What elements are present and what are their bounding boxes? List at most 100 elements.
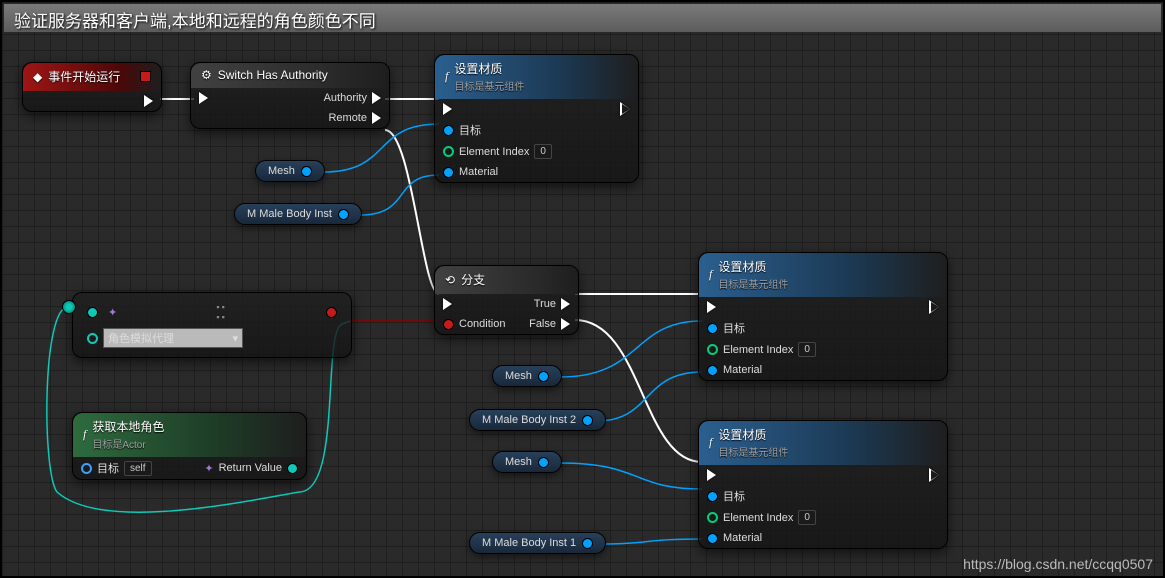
title: 设置材质 [718, 258, 788, 275]
body2-variable[interactable]: M Male Body Inst 2 [469, 409, 606, 431]
body-variable[interactable]: M Male Body Inst [234, 203, 362, 225]
switch-authority-node[interactable]: ⚙ Switch Has Authority Authority Remote [190, 62, 390, 129]
var-label: M Male Body Inst 1 [482, 537, 576, 549]
idx-label: Element Index [723, 344, 793, 356]
remote-label: Remote [328, 112, 367, 124]
target-pin[interactable] [81, 463, 92, 474]
switch-label: Switch Has Authority [218, 68, 328, 82]
title: 获取本地角色 [92, 418, 164, 435]
self-input[interactable]: self [124, 461, 152, 476]
target-pin[interactable] [707, 491, 718, 502]
function-icon: f [445, 69, 448, 84]
exec-out[interactable] [621, 103, 630, 115]
chevron-down-icon: ▾ [232, 332, 238, 345]
var-label: Mesh [268, 165, 295, 177]
false-pin[interactable] [561, 318, 570, 330]
true-label: True [534, 298, 556, 310]
gear-icon: ⚙ [201, 68, 212, 82]
set-material-node-3[interactable]: f设置材质目标是基元组件 目标 Element Index0 Material [698, 420, 948, 549]
idx-input[interactable]: 0 [534, 144, 552, 159]
var-label: Mesh [505, 370, 532, 382]
node-header: ⚙ Switch Has Authority [191, 63, 389, 88]
target-pin[interactable] [443, 125, 454, 136]
exec-out[interactable] [930, 469, 939, 481]
node-header: f设置材质目标是基元组件 [699, 253, 947, 297]
event-label: 事件开始运行 [48, 68, 120, 85]
remote-pin[interactable] [372, 112, 381, 124]
server-icon [140, 71, 151, 82]
get-local-role-node[interactable]: f获取本地角色目标是Actor 目标self ✦Return Value [72, 412, 307, 480]
idx-input[interactable]: 0 [798, 342, 816, 357]
node-header: ◆ 事件开始运行 [23, 63, 161, 91]
dropdown-value: 角色模拟代理 [108, 330, 174, 346]
mesh-variable-3[interactable]: Mesh [492, 451, 562, 473]
reroute-knot[interactable] [62, 300, 76, 314]
title: 设置材质 [718, 426, 788, 443]
event-icon: ◆ [33, 70, 42, 84]
pin-out[interactable] [538, 457, 549, 468]
idx-input[interactable]: 0 [798, 510, 816, 525]
return-label: Return Value [219, 462, 282, 474]
page-title: 验证服务器和客户端,本地和远程的角色颜色不同 [4, 4, 1161, 32]
wildcard-icon: ✦ [204, 462, 213, 475]
enum-compare-node[interactable]: ✦ ▪▪▪▪ 角色模拟代理▾ [72, 292, 352, 358]
var-label: M Male Body Inst 2 [482, 414, 576, 426]
exec-out-row[interactable] [23, 91, 161, 111]
event-begin-play-node[interactable]: ◆ 事件开始运行 [22, 62, 162, 112]
pin-out[interactable] [538, 371, 549, 382]
node-header: f获取本地角色目标是Actor [73, 413, 306, 457]
exec-in[interactable] [707, 469, 716, 481]
exec-in[interactable] [707, 301, 716, 313]
exec-out-pin[interactable] [144, 95, 153, 107]
grip-icon: ▪▪▪▪ [212, 302, 232, 322]
exec-in[interactable] [443, 298, 452, 310]
enum-pin-a[interactable] [87, 307, 98, 318]
mesh-variable-2[interactable]: Mesh [492, 365, 562, 387]
cond-pin[interactable] [443, 319, 454, 330]
branch-icon: ⟲ [445, 273, 455, 287]
pin-out[interactable] [338, 209, 349, 220]
mat-label: Material [723, 364, 762, 376]
mat-label: Material [723, 532, 762, 544]
idx-pin[interactable] [443, 146, 454, 157]
pin-out[interactable] [582, 415, 593, 426]
idx-pin[interactable] [707, 512, 718, 523]
subtitle: 目标是基元组件 [718, 276, 788, 291]
set-material-node-1[interactable]: f 设置材质目标是基元组件 目标 Element Index0 Material [434, 54, 639, 183]
pin-out[interactable] [582, 538, 593, 549]
exec-out[interactable] [930, 301, 939, 313]
bool-out-pin[interactable] [326, 307, 337, 318]
branch-node[interactable]: ⟲ 分支 True ConditionFalse [434, 265, 579, 335]
idx-pin[interactable] [707, 344, 718, 355]
set-material-node-2[interactable]: f设置材质目标是基元组件 目标 Element Index0 Material [698, 252, 948, 381]
pin-out[interactable] [301, 166, 312, 177]
mat-pin[interactable] [443, 167, 454, 178]
cond-label: Condition [459, 318, 505, 330]
subtitle: 目标是Actor [92, 436, 164, 451]
title: 设置材质 [454, 60, 524, 77]
var-label: Mesh [505, 456, 532, 468]
true-pin[interactable] [561, 298, 570, 310]
target-label: 目标 [459, 122, 481, 138]
body1-variable[interactable]: M Male Body Inst 1 [469, 532, 606, 554]
mesh-variable[interactable]: Mesh [255, 160, 325, 182]
subtitle: 目标是基元组件 [454, 78, 524, 93]
mat-label: Material [459, 166, 498, 178]
branch-label: 分支 [461, 271, 485, 288]
subtitle: 目标是基元组件 [718, 444, 788, 459]
node-header: f 设置材质目标是基元组件 [699, 421, 947, 465]
node-header: ⟲ 分支 [435, 266, 578, 294]
mat-pin[interactable] [707, 365, 718, 376]
enum-pin-b[interactable] [87, 333, 98, 344]
return-pin[interactable] [287, 463, 298, 474]
exec-in-pin[interactable] [199, 92, 208, 104]
exec-in[interactable] [443, 103, 452, 115]
mat-pin[interactable] [707, 533, 718, 544]
node-header: f 设置材质目标是基元组件 [435, 55, 638, 99]
function-icon: f [709, 435, 712, 450]
watermark: https://blog.csdn.net/ccqq0507 [963, 556, 1153, 572]
target-pin[interactable] [707, 323, 718, 334]
role-dropdown[interactable]: 角色模拟代理 ▾ [103, 328, 243, 348]
authority-pin[interactable] [372, 92, 381, 104]
authority-label: Authority [324, 92, 367, 104]
